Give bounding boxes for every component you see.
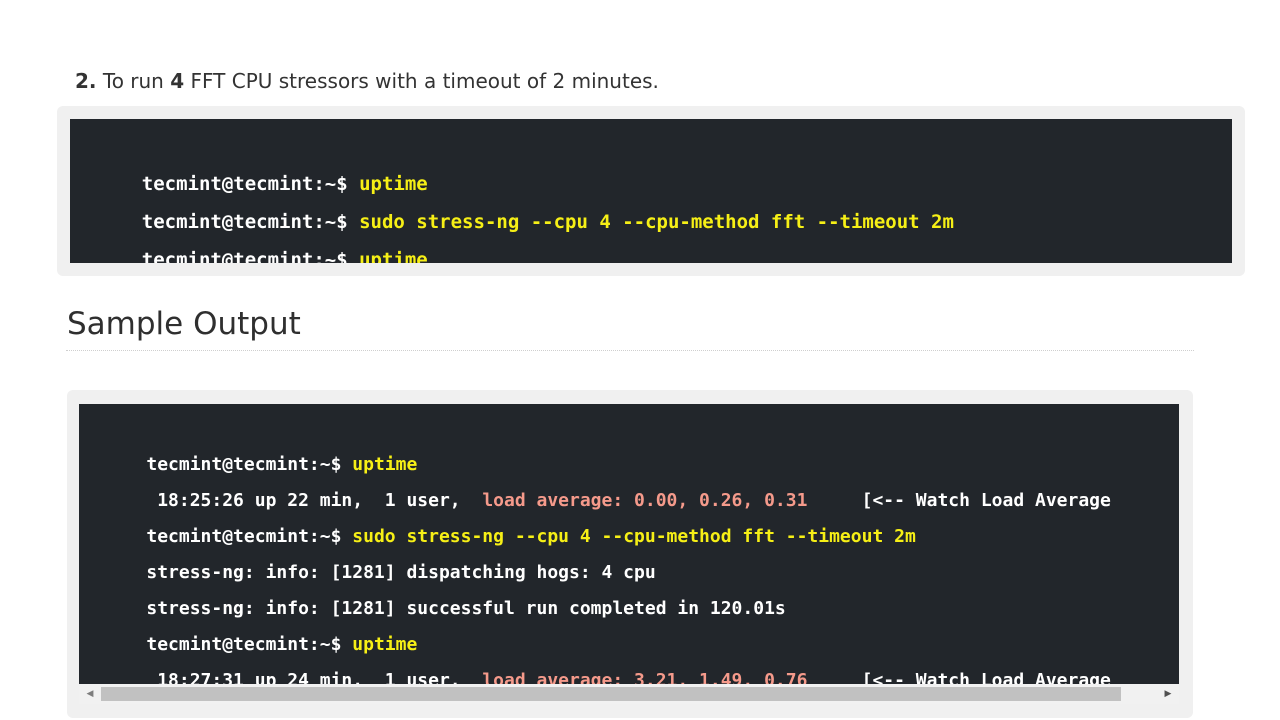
heading-divider (66, 350, 1194, 351)
watch-note: [<-- Watch Load Average (807, 670, 1111, 684)
command-line: tecmint@tecmint:~$ uptime (96, 139, 428, 195)
uptime-prefix: 18:27:31 up 24 min, 1 user, (146, 670, 483, 684)
shell-prompt: tecmint@tecmint:~$ (141, 249, 360, 263)
shell-command: uptime (359, 249, 428, 263)
output-line: stress-ng: info: [1281] dispatching hogs… (103, 528, 655, 583)
command-block[interactable]: tecmint@tecmint:~$ uptime tecmint@tecmin… (70, 119, 1232, 263)
section-heading: Sample Output (67, 306, 301, 342)
output-line: 18:25:26 up 22 min, 1 user, load average… (103, 456, 1111, 511)
output-line: tecmint@tecmint:~$ sudo stress-ng --cpu … (103, 492, 915, 547)
step-text-before: To run (96, 69, 171, 93)
output-line: tecmint@tecmint:~$ uptime (103, 420, 417, 475)
step-number: 2. (75, 69, 97, 93)
step-instruction: 2. To run 4 FFT CPU stressors with a tim… (75, 62, 730, 106)
load-average: load average: 3.21, 1.49, 0.76 (482, 670, 808, 684)
step-text-after: FFT CPU stressors with a timeout of 2 mi… (184, 69, 659, 93)
scroll-right-arrow-icon[interactable]: ▶ (1159, 684, 1177, 704)
scrollbar-thumb[interactable] (101, 687, 1121, 701)
output-line: tecmint@tecmint:~$ uptime (103, 600, 417, 655)
scroll-left-arrow-icon[interactable]: ◀ (81, 684, 99, 704)
command-line: tecmint@tecmint:~$ sudo stress-ng --cpu … (96, 177, 954, 233)
command-line: tecmint@tecmint:~$ uptime (96, 215, 428, 263)
horizontal-scrollbar[interactable]: ◀ ▶ (79, 684, 1179, 704)
shell-command: sudo stress-ng --cpu 4 --cpu-method fft … (359, 211, 954, 233)
output-line: stress-ng: info: [1281] successful run c… (103, 564, 785, 619)
step-bold-count: 4 (170, 69, 185, 93)
output-line: 18:27:31 up 24 min, 1 user, load average… (103, 636, 1111, 684)
output-block[interactable]: tecmint@tecmint:~$ uptime 18:25:26 up 22… (79, 404, 1179, 684)
